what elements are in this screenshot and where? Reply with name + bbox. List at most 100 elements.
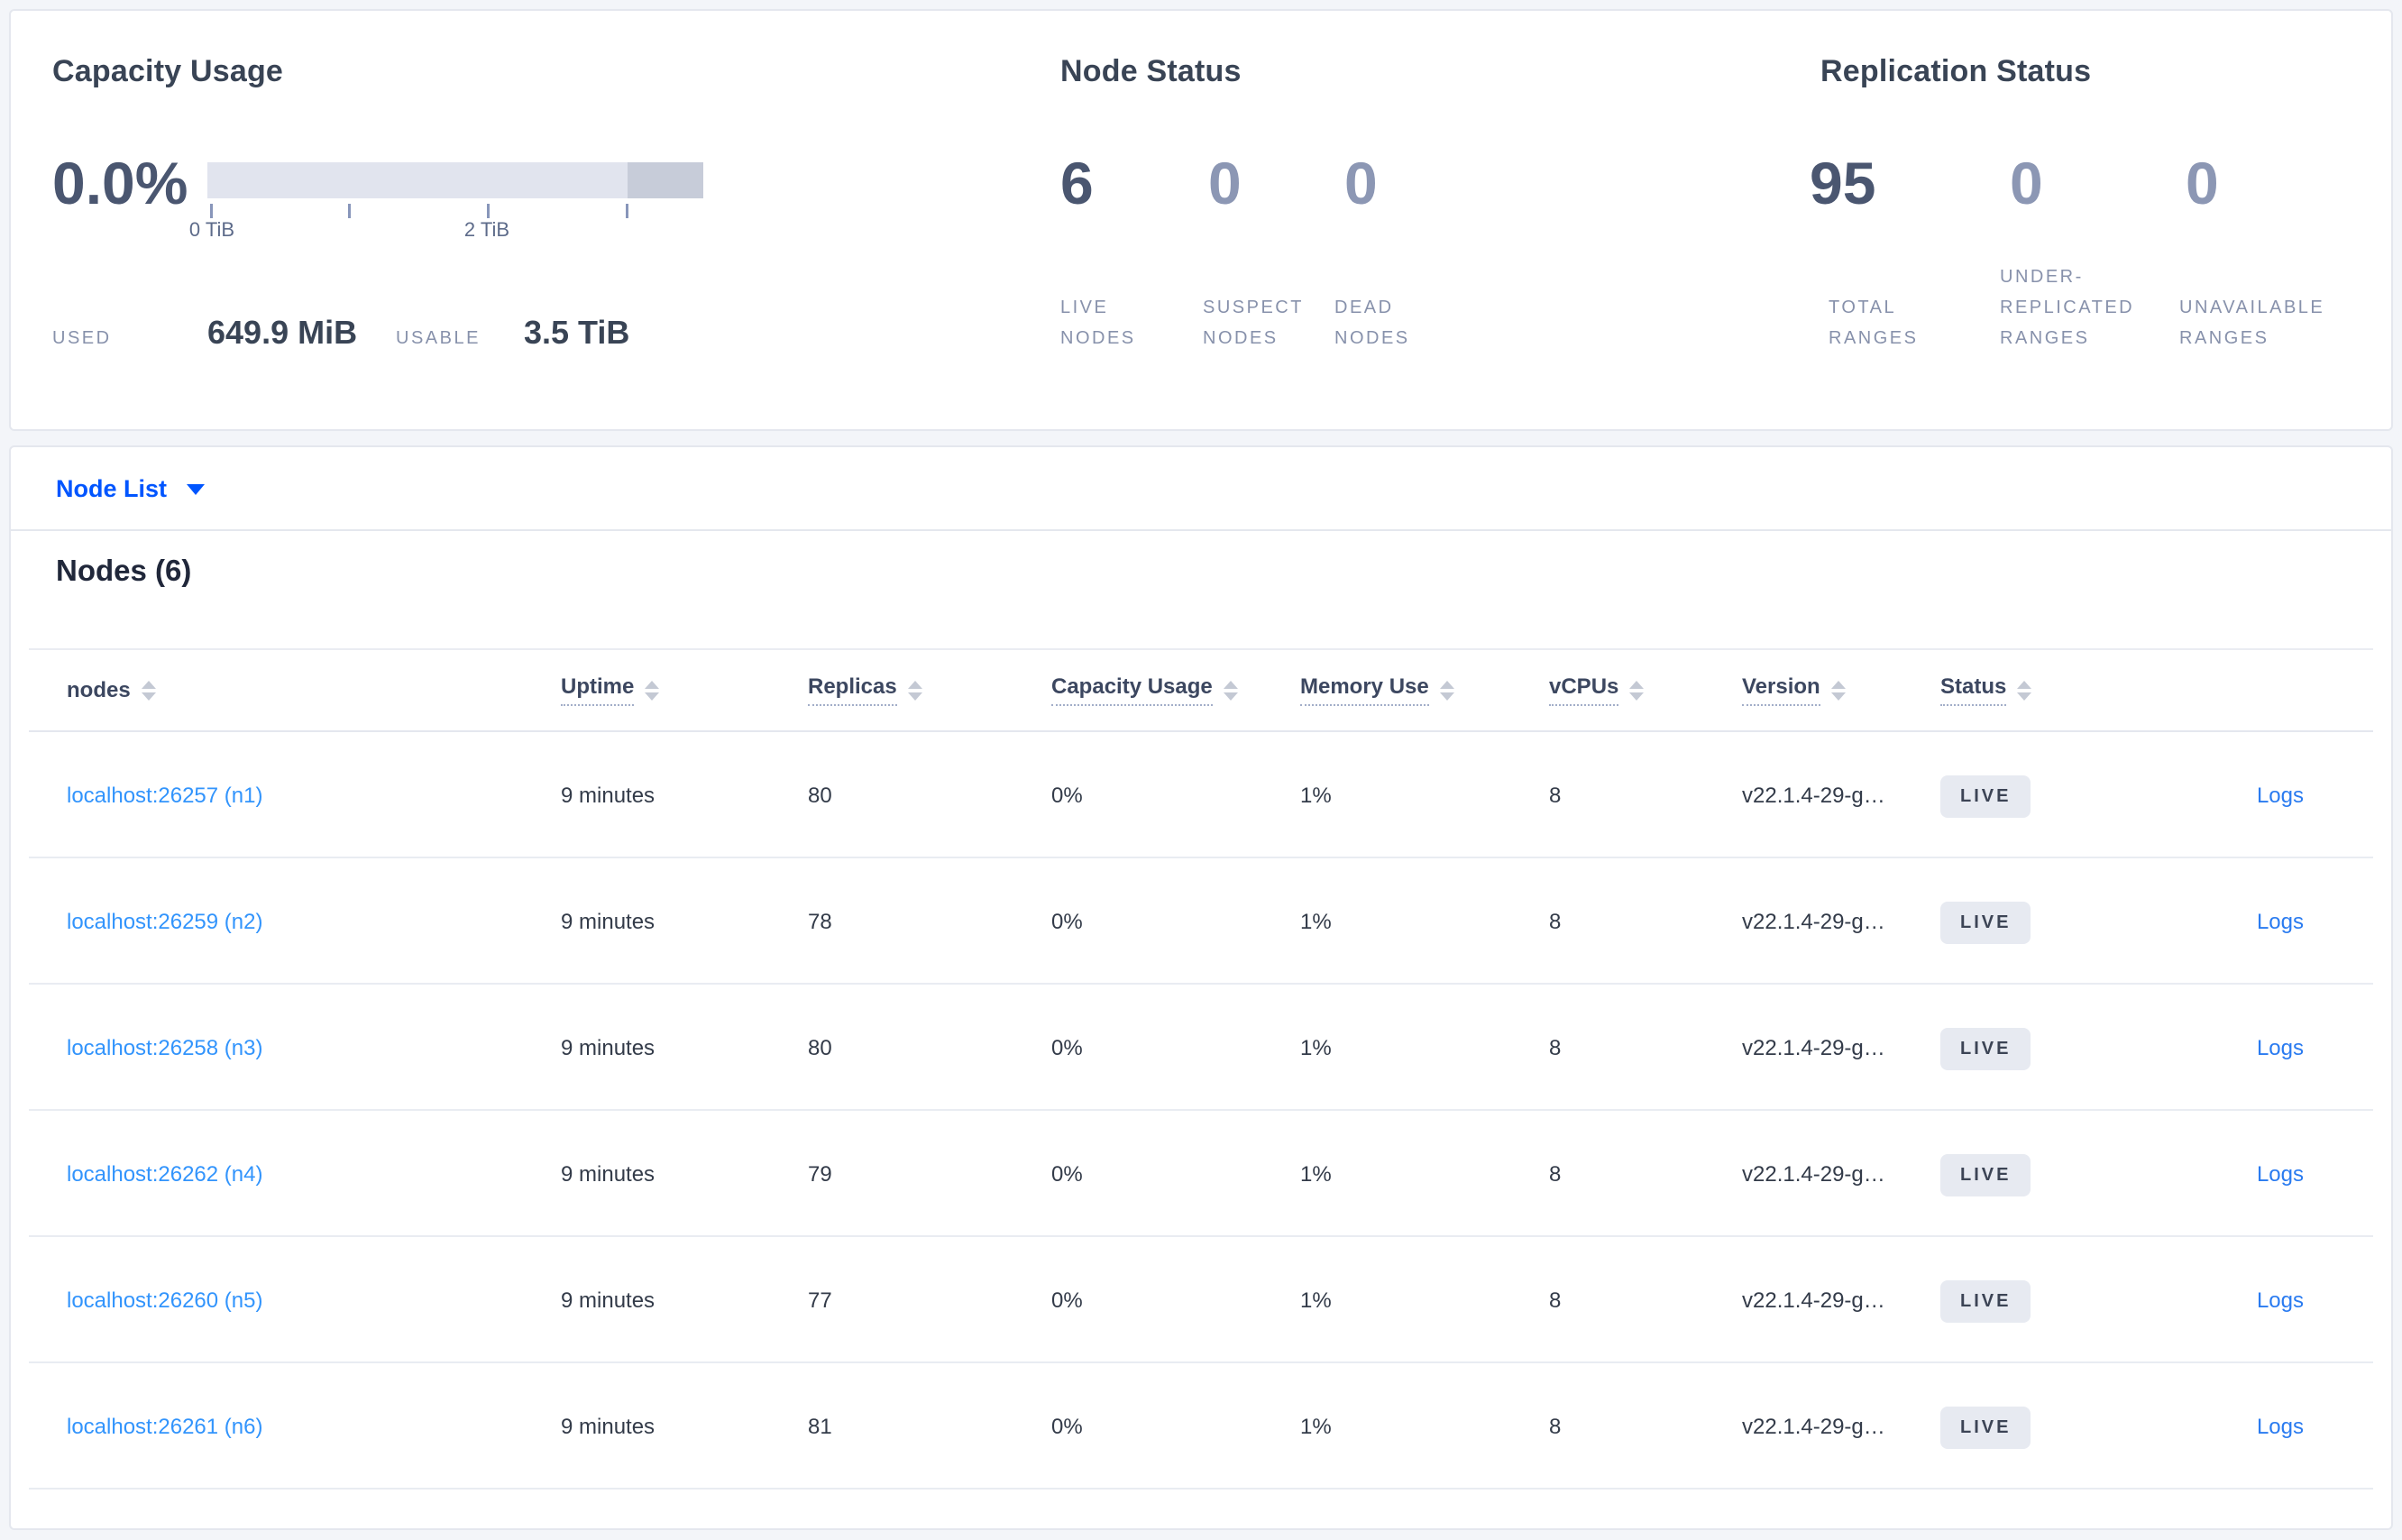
under-replicated-ranges-count: 0 <box>2010 150 2043 216</box>
uptime-cell: 9 minutes <box>561 784 656 808</box>
vcpus-cell: 8 <box>1549 1036 1562 1060</box>
capacity-cell: 0% <box>1051 910 1083 934</box>
logs-link[interactable]: Logs <box>2257 784 2304 808</box>
dead-nodes-label: DEAD NODES <box>1334 298 1410 348</box>
suspect-nodes-label: SUSPECT NODES <box>1203 298 1304 348</box>
vcpus-cell: 8 <box>1549 784 1562 808</box>
memory-cell: 1% <box>1300 784 1332 808</box>
uptime-cell: 9 minutes <box>561 910 656 934</box>
logs-link[interactable]: Logs <box>2257 1036 2304 1060</box>
status-badge: LIVE <box>1940 1027 2031 1070</box>
node-list-card: Node List Nodes (6) nodes Uptime Replica… <box>9 445 2393 1530</box>
replicas-cell: 79 <box>808 1162 832 1187</box>
capacity-cell: 0% <box>1051 784 1083 808</box>
node-status-title: Node Status <box>1060 54 1242 88</box>
nodes-table-title: Nodes (6) <box>56 554 192 587</box>
capacity-gauge <box>207 162 703 198</box>
sort-icon <box>645 680 660 701</box>
total-ranges-count: 95 <box>1810 150 1876 216</box>
chevron-down-icon <box>187 483 206 495</box>
column-header-uptime[interactable]: Uptime <box>561 674 808 706</box>
memory-cell: 1% <box>1300 1036 1332 1060</box>
logs-link[interactable]: Logs <box>2257 1162 2304 1187</box>
gauge-tick <box>487 204 490 218</box>
vcpus-cell: 8 <box>1549 1288 1562 1313</box>
table-row: localhost:26258 (n3) 9 minutes 80 0% 1% … <box>29 985 2373 1111</box>
sort-icon <box>1629 680 1645 701</box>
capacity-percent: 0.0% <box>52 150 188 216</box>
used-label: USED <box>52 328 112 348</box>
vcpus-cell: 8 <box>1549 1415 1562 1439</box>
capacity-cell: 0% <box>1051 1415 1083 1439</box>
under-replicated-ranges-label: UNDER-REPLICATED RANGES <box>2000 267 2135 348</box>
capacity-cell: 0% <box>1051 1036 1083 1060</box>
column-header-capacity-usage[interactable]: Capacity Usage <box>1051 674 1300 706</box>
sort-icon <box>1830 680 1846 701</box>
sort-icon <box>1223 680 1238 701</box>
gauge-tick-label-2: 2 TiB <box>463 218 510 241</box>
replicas-cell: 77 <box>808 1288 832 1313</box>
column-header-nodes[interactable]: nodes <box>29 678 561 703</box>
status-badge: LIVE <box>1940 1153 2031 1196</box>
version-cell: v22.1.4-29-g… <box>1742 1036 1885 1060</box>
replicas-cell: 78 <box>808 910 832 934</box>
replication-status-title: Replication Status <box>1820 54 2092 88</box>
sort-icon <box>2017 680 2032 701</box>
logs-link[interactable]: Logs <box>2257 1415 2304 1439</box>
replicas-cell: 80 <box>808 1036 832 1060</box>
table-row: localhost:26261 (n6) 9 minutes 81 0% 1% … <box>29 1363 2373 1490</box>
version-cell: v22.1.4-29-g… <box>1742 1162 1885 1187</box>
node-link[interactable]: localhost:26261 (n6) <box>67 1415 262 1439</box>
table-row: localhost:26260 (n5) 9 minutes 77 0% 1% … <box>29 1237 2373 1363</box>
table-row: localhost:26262 (n4) 9 minutes 79 0% 1% … <box>29 1111 2373 1237</box>
total-ranges-label: TOTAL RANGES <box>1829 298 1919 348</box>
gauge-tick <box>626 204 628 218</box>
table-header-row: nodes Uptime Replicas Capacity Usage Mem… <box>29 648 2373 732</box>
status-badge: LIVE <box>1940 1279 2031 1323</box>
cluster-summary-card: Capacity Usage 0.0% 0 TiB 2 TiB USED 649… <box>9 9 2393 431</box>
view-selector-row: Node List <box>11 447 2391 531</box>
version-cell: v22.1.4-29-g… <box>1742 1288 1885 1313</box>
usable-label: USABLE <box>396 328 481 348</box>
table-row: localhost:26259 (n2) 9 minutes 78 0% 1% … <box>29 858 2373 985</box>
vcpus-cell: 8 <box>1549 910 1562 934</box>
gauge-tick <box>210 204 213 218</box>
usable-value: 3.5 TiB <box>524 314 630 351</box>
memory-cell: 1% <box>1300 1415 1332 1439</box>
sort-icon <box>141 680 156 701</box>
memory-cell: 1% <box>1300 1288 1332 1313</box>
live-nodes-count: 6 <box>1060 150 1094 216</box>
column-header-status[interactable]: Status <box>1940 674 2142 706</box>
column-header-vcpus[interactable]: vCPUs <box>1549 674 1742 706</box>
gauge-tick-label-0: 0 TiB <box>188 218 235 241</box>
node-link[interactable]: localhost:26260 (n5) <box>67 1288 262 1313</box>
node-link[interactable]: localhost:26262 (n4) <box>67 1162 262 1187</box>
logs-link[interactable]: Logs <box>2257 1288 2304 1313</box>
table-row: localhost:26257 (n1) 9 minutes 80 0% 1% … <box>29 732 2373 858</box>
sort-icon <box>1439 680 1454 701</box>
status-badge: LIVE <box>1940 901 2031 944</box>
capacity-cell: 0% <box>1051 1288 1083 1313</box>
column-header-memory-use[interactable]: Memory Use <box>1300 674 1549 706</box>
sort-icon <box>907 680 922 701</box>
suspect-nodes-count: 0 <box>1208 150 1242 216</box>
column-header-replicas[interactable]: Replicas <box>808 674 1051 706</box>
unavailable-ranges-label: UNAVAILABLE RANGES <box>2179 298 2325 348</box>
uptime-cell: 9 minutes <box>561 1288 656 1313</box>
uptime-cell: 9 minutes <box>561 1036 656 1060</box>
uptime-cell: 9 minutes <box>561 1415 656 1439</box>
memory-cell: 1% <box>1300 1162 1332 1187</box>
replicas-cell: 80 <box>808 784 832 808</box>
node-list-view-selector[interactable]: Node List <box>56 447 206 531</box>
status-badge: LIVE <box>1940 1406 2031 1449</box>
logs-link[interactable]: Logs <box>2257 910 2304 934</box>
node-link[interactable]: localhost:26259 (n2) <box>67 910 262 934</box>
capacity-gauge-dark-segment <box>628 162 703 198</box>
column-header-version[interactable]: Version <box>1742 674 1940 706</box>
gauge-tick <box>348 204 351 218</box>
node-list-view-label: Node List <box>56 475 168 502</box>
node-link[interactable]: localhost:26257 (n1) <box>67 784 262 808</box>
node-link[interactable]: localhost:26258 (n3) <box>67 1036 262 1060</box>
status-badge: LIVE <box>1940 775 2031 818</box>
version-cell: v22.1.4-29-g… <box>1742 910 1885 934</box>
